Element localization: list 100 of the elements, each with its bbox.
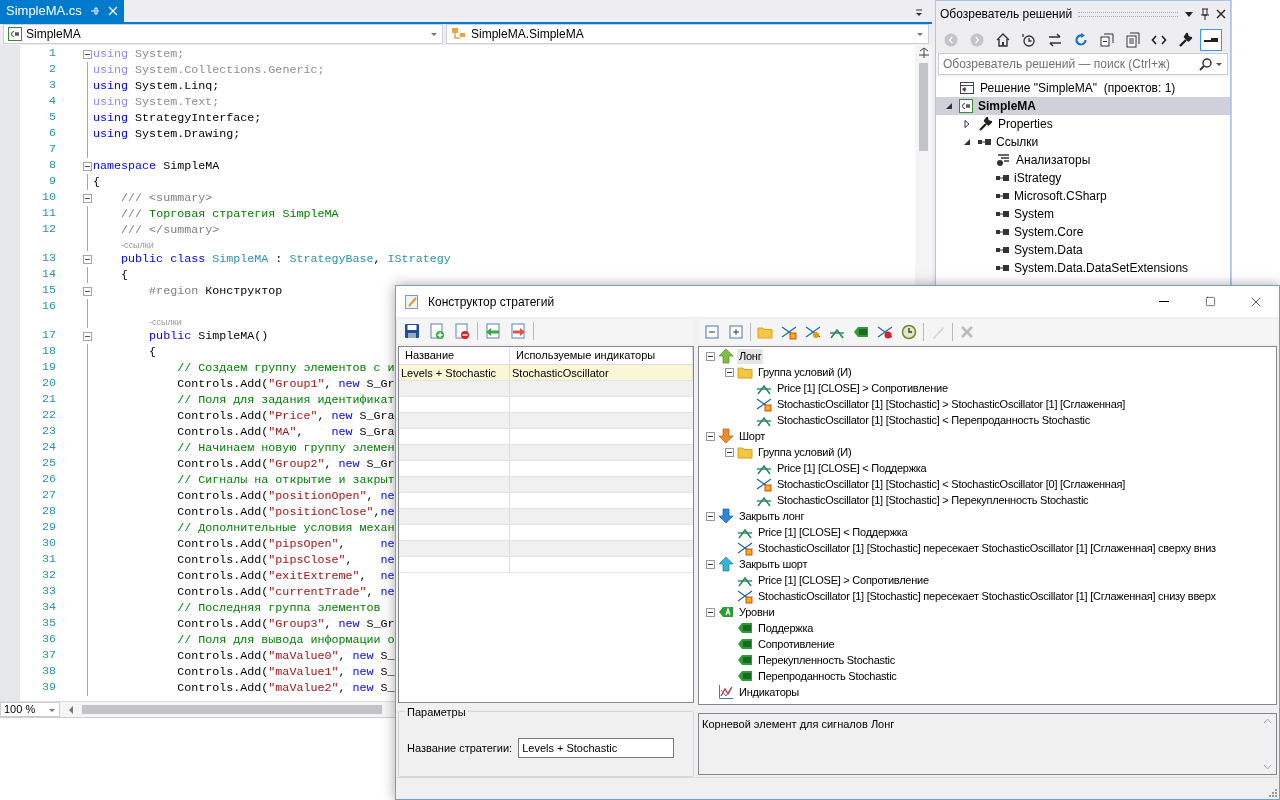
tree-item[interactable]: System: [936, 205, 1230, 223]
search-icon: [1199, 57, 1213, 71]
tree-item[interactable]: Закрыть лонг: [737, 508, 807, 524]
tree-item[interactable]: Price [1] [CLOSE] < Поддержка: [775, 460, 929, 476]
caret-icon: [916, 30, 924, 38]
tree-item[interactable]: Microsoft.CSharp: [936, 187, 1230, 205]
tree-item[interactable]: StochasticOscillator [1] [Stochastic] < StochasticOscillator [0] [Сглаженная]: [775, 476, 1128, 492]
line-number: 39: [40, 679, 56, 697]
collapse-icon: [83, 331, 92, 341]
tree-item[interactable]: Шорт: [737, 428, 768, 444]
scrollbar-thumb[interactable]: [919, 63, 928, 151]
tree-item[interactable]: Решение "SimpleMA" (проектов: 1): [936, 79, 1230, 97]
home-icon: [995, 32, 1011, 48]
code-line: Controls.Add("positionClose",ne: [176, 504, 395, 520]
back-icon: [943, 32, 959, 48]
code-line: /// </summary>: [120, 222, 220, 238]
reference-icon: [995, 263, 1009, 273]
tree-item[interactable]: StochasticOscillator [1] [Stochastic] > StochasticOscillator [1] [Сглаженная]: [775, 396, 1128, 412]
tree-item[interactable]: Анализаторы: [936, 151, 1230, 169]
tree-item[interactable]: Перепроданность Stochastic: [756, 668, 899, 684]
column-header[interactable]: Название: [399, 346, 510, 364]
forward-icon: [969, 32, 985, 48]
search-field[interactable]: Обозреватель решений — поиск (Ctrl+ж): [938, 53, 1228, 75]
line-number: 7: [48, 141, 56, 159]
tree-item[interactable]: Сопротивление: [756, 636, 837, 652]
tree-item[interactable]: iStrategy: [936, 169, 1230, 187]
tree-item[interactable]: StochasticOscillator [1] [Stochastic] > Перекупленность Stochastic: [775, 492, 1091, 508]
navigation-dropdown[interactable]: SimpleMA: [3, 24, 443, 44]
export-icon: [510, 323, 526, 340]
tree-item[interactable]: SimpleMA: [936, 97, 1230, 115]
code-line: Controls.Add("exitExtreme", ne: [176, 568, 395, 584]
line-number: 30: [40, 535, 56, 553]
table-cell: Levels + Stochastic: [399, 364, 510, 380]
close-icon: [107, 6, 118, 16]
tree-item[interactable]: Уровни: [737, 604, 777, 620]
code-line: // Поля для задания идентификат: [176, 392, 395, 408]
up-arrow-icon: [718, 348, 734, 364]
code-line: Controls.Add("maValue0", new S_: [176, 648, 395, 664]
line-number: 31: [40, 551, 56, 569]
tree-item[interactable]: Properties: [936, 115, 1230, 133]
line-number: 38: [40, 663, 56, 681]
line-number: 26: [40, 471, 56, 489]
code-line: /// <summary>: [120, 190, 213, 206]
tree-item[interactable]: StochasticOscillator [1] [Stochastic] пересекает StochasticOscillator [1] [Сглаженная] снизу вверх: [756, 588, 1218, 604]
tree-item[interactable]: Индикаторы: [737, 684, 802, 700]
tree-item[interactable]: System.Data.DataSetExtensions: [936, 259, 1230, 277]
pin-icon: [1200, 8, 1210, 20]
resize-grip-icon: [1267, 787, 1277, 797]
toolbar-button[interactable]: [1200, 29, 1222, 51]
tag-icon: [737, 636, 753, 652]
reference-icon: [977, 137, 991, 147]
tree-item[interactable]: System.Core: [936, 223, 1230, 241]
strategy-name-field[interactable]: Levels + Stochastic: [518, 738, 675, 759]
line-number: 18: [40, 343, 56, 361]
code-line: Controls.Add("Group3", new S_Gr: [176, 616, 395, 632]
code-line: Controls.Add("pipsClose", ne: [176, 552, 395, 568]
tree-item[interactable]: System.Data: [936, 241, 1230, 259]
line-number: 5: [48, 109, 56, 127]
panel-title: Обозреватель решений: [940, 6, 1073, 23]
code-file-icon: [8, 27, 22, 41]
code-line: Controls.Add("maValue2", new S_: [176, 680, 395, 696]
tree-item[interactable]: Price [1] [CLOSE] > Сопротивление: [775, 380, 950, 396]
collapse-icon: [724, 367, 734, 377]
tree-item[interactable]: Ссылки: [936, 133, 1230, 151]
class-icon: [451, 26, 467, 42]
code-line: Controls.Add("MA", new S_Gra: [176, 424, 395, 440]
tree-item[interactable]: Price [1] [CLOSE] < Поддержка: [756, 524, 910, 540]
up-arrow-icon: [718, 556, 734, 572]
tree-item[interactable]: Группа условий (И): [756, 444, 854, 460]
line-number: 21: [40, 391, 56, 409]
line-number: 29: [40, 519, 56, 537]
document-icon: [404, 293, 420, 310]
add-page-icon: [429, 323, 445, 340]
pages-icon: [1125, 32, 1141, 48]
remove-page-icon: [454, 323, 470, 340]
code-line: // Поля для вывода информации о: [176, 632, 395, 648]
zoom-dropdown[interactable]: 100 %: [0, 702, 60, 717]
tree-item[interactable]: Перекупленность Stochastic: [756, 652, 898, 668]
tree-item[interactable]: Группа условий (И): [756, 364, 854, 380]
tree-item[interactable]: Лонг: [737, 348, 764, 364]
navigation-dropdown[interactable]: SimpleMA.SimpleMA: [446, 24, 929, 44]
code-line: // Сигналы на открытие и закрыт: [176, 472, 395, 488]
code-line: // Создаем группу элементов с и: [176, 360, 395, 376]
table-cell: StochasticOscillator: [510, 364, 693, 380]
collapse-icon: [1099, 32, 1115, 48]
tree-item[interactable]: Поддержка: [756, 620, 816, 636]
tree-item[interactable]: StochasticOscillator [1] [Stochastic] < Перепроданность Stochastic: [775, 412, 1092, 428]
column-header[interactable]: Используемые индикаторы: [510, 346, 693, 364]
editor-tab[interactable]: SimpleMA.cs: [0, 0, 124, 22]
tag-icon: [718, 604, 734, 620]
tree-item[interactable]: StochasticOscillator [1] [Stochastic] пересекает StochasticOscillator [1] [Сглаженная] сверху вниз: [756, 540, 1218, 556]
line-number: 35: [40, 615, 56, 633]
tree-item[interactable]: Закрыть шорт: [737, 556, 810, 572]
code-line: using System.Linq;: [93, 78, 220, 94]
scrollbar-thumb[interactable]: [82, 705, 382, 714]
line-number: 11: [40, 205, 56, 223]
refresh-icon: [1073, 32, 1089, 48]
tree-item[interactable]: Price [1] [CLOSE] > Сопротивление: [756, 572, 931, 588]
line-number: 8: [48, 157, 56, 175]
folder-icon: [737, 444, 753, 460]
